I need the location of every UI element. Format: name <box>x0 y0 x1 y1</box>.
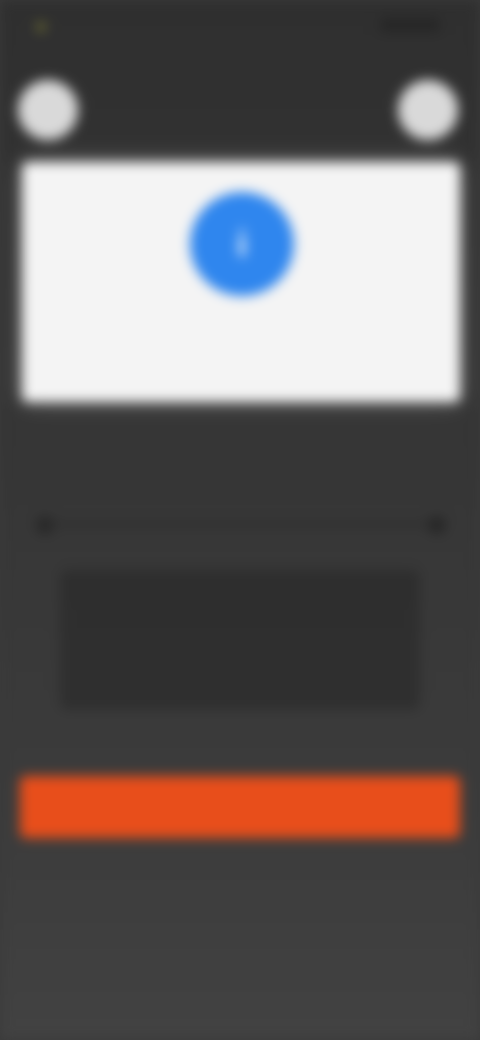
status-icons <box>380 18 440 32</box>
info-card: i <box>22 162 460 402</box>
more-button[interactable] <box>398 80 458 140</box>
app-screen: i <box>0 0 480 1040</box>
list-row-right-icon <box>428 516 446 534</box>
divider <box>40 522 440 526</box>
content-area <box>60 570 420 710</box>
info-icon: i <box>190 192 294 296</box>
close-button[interactable] <box>18 80 78 140</box>
primary-action-button[interactable] <box>20 776 460 838</box>
status-bar <box>0 0 480 60</box>
info-icon-glyph: i <box>236 223 247 264</box>
status-indicator-icon <box>36 22 46 32</box>
